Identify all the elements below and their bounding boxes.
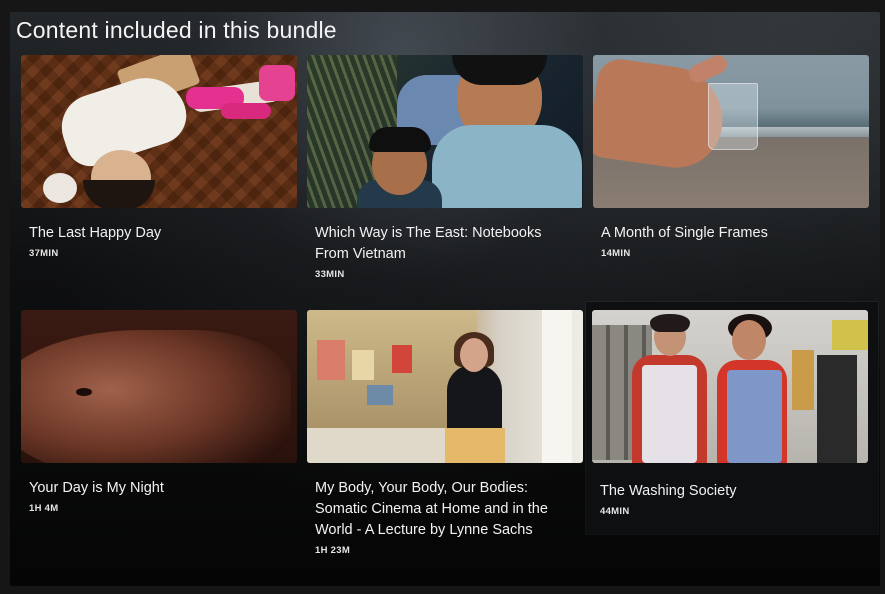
content-card-your-day-is-my-night[interactable]: Your Day is My Night 1H 4M <box>21 310 297 514</box>
content-card-my-body-your-body-our-bodies[interactable]: My Body, Your Body, Our Bodies: Somatic … <box>307 310 583 556</box>
card-duration: 14MIN <box>601 248 631 259</box>
card-title[interactable]: A Month of Single Frames <box>601 223 861 244</box>
card-title[interactable]: The Washing Society <box>600 481 864 502</box>
thumbnail-image[interactable] <box>592 310 868 463</box>
card-title[interactable]: The Last Happy Day <box>29 223 289 244</box>
card-duration: 1H 4M <box>29 503 59 514</box>
content-card-a-month-of-single-frames[interactable]: A Month of Single Frames 14MIN <box>593 55 869 259</box>
section-title: Content included in this bundle <box>16 17 337 43</box>
thumbnail-image[interactable] <box>593 55 869 208</box>
card-duration: 44MIN <box>600 506 630 517</box>
card-duration: 33MIN <box>315 269 345 280</box>
card-title[interactable]: Your Day is My Night <box>29 478 289 499</box>
card-title[interactable]: Which Way is The East: Notebooks From Vi… <box>315 223 575 265</box>
content-card-which-way-is-the-east[interactable]: Which Way is The East: Notebooks From Vi… <box>307 55 583 280</box>
thumbnail-image[interactable] <box>21 55 297 208</box>
thumbnail-image[interactable] <box>307 310 583 463</box>
card-duration: 1H 23M <box>315 545 351 556</box>
content-card-the-last-happy-day[interactable]: The Last Happy Day 37MIN <box>21 55 297 259</box>
thumbnail-image[interactable] <box>307 55 583 208</box>
card-duration: 37MIN <box>29 248 59 259</box>
thumbnail-image[interactable] <box>21 310 297 463</box>
bundle-content-section: Content included in this bundle The Last… <box>10 12 880 586</box>
content-card-the-washing-society[interactable]: The Washing Society 44MIN <box>586 302 878 534</box>
card-title[interactable]: My Body, Your Body, Our Bodies: Somatic … <box>315 478 575 541</box>
